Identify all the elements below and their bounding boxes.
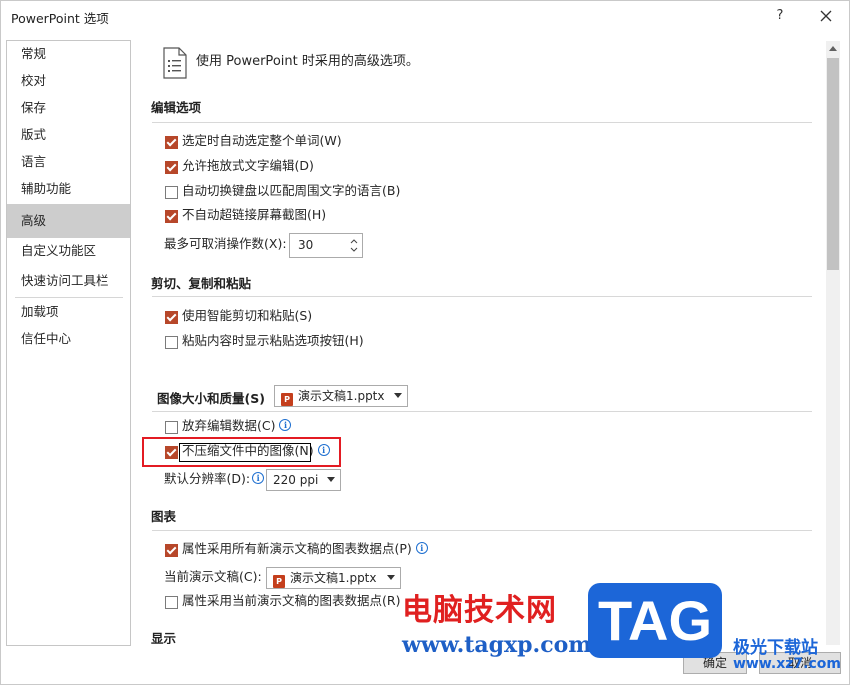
scroll-up-arrow-icon[interactable] [826,41,840,57]
title-bar: PowerPoint 选项 ? [0,0,850,32]
current-presentation-label: 当前演示文稿(C): [164,569,262,584]
image-file-select[interactable]: P 演示文稿1.pptx [274,385,408,407]
sidebar-item-proofing[interactable]: 校对 [7,68,130,94]
page-header: 使用 PowerPoint 时采用的高级选项。 [196,54,419,69]
checkbox-auto-select-word[interactable] [165,136,178,149]
advanced-options-panel: 使用 PowerPoint 时采用的高级选项。 编辑选项 选定时自动选定整个单词… [140,40,822,644]
checkbox-chart-data-current[interactable] [165,596,178,609]
chevron-down-icon [394,393,402,398]
info-icon[interactable]: i [252,472,265,484]
checkbox-drag-drop-editing[interactable] [165,161,178,174]
undo-count-label: 最多可取消操作数(X): [164,236,287,251]
section-divider [152,122,812,123]
image-file-value: 演示文稿1.pptx [298,389,385,403]
spinner-arrows-icon[interactable] [350,237,358,254]
sidebar-item-advanced[interactable]: 高级 [7,204,130,238]
default-resolution-value: 220 ppi [273,473,319,487]
info-icon[interactable]: i [415,542,428,554]
section-divider [152,411,812,412]
help-button[interactable]: ? [766,6,794,26]
section-title-image-quality: 图像大小和质量(S) [157,391,265,406]
option-label: 自动切换键盘以匹配周围文字的语言(B) [182,183,401,198]
checkbox-smart-cut-paste[interactable] [165,311,178,324]
checkbox-auto-keyboard-switch[interactable] [165,186,178,199]
option-label: 允许拖放式文字编辑(D) [182,158,314,173]
document-options-icon [163,47,187,79]
sidebar-item-customize-ribbon[interactable]: 自定义功能区 [7,238,130,264]
section-title-chart: 图表 [151,509,177,524]
sidebar-item-general[interactable]: 常规 [7,41,130,67]
option-chart-data-all-new: 属性采用所有新演示文稿的图表数据点(P) i [182,540,428,558]
chevron-down-icon [327,477,335,482]
option-label: 放弃编辑数据(C) [182,418,276,433]
checkbox-chart-data-all-new[interactable] [165,544,178,557]
current-presentation-value: 演示文稿1.pptx [290,571,377,585]
option-label: 属性采用所有新演示文稿的图表数据点(P) [182,541,412,556]
info-icon[interactable]: i [279,419,292,431]
sidebar-item-addins[interactable]: 加载项 [7,299,130,325]
watermark-url: www.tagxp.com [402,632,592,658]
option-label: 选定时自动选定整个单词(W) [182,133,342,148]
watermark-text-secondary: 极光下载站 [733,638,818,658]
options-sidebar: 常规 校对 保存 版式 语言 辅助功能 高级 自定义功能区 快速访问工具栏 加载… [6,40,131,646]
sidebar-item-layout[interactable]: 版式 [7,122,130,148]
current-presentation-select[interactable]: P 演示文稿1.pptx [266,567,401,589]
checkbox-no-auto-hyperlink-screenshot[interactable] [165,210,178,223]
powerpoint-file-icon: P [281,393,293,406]
sidebar-item-quick-access-toolbar[interactable]: 快速访问工具栏 [7,268,130,294]
close-button[interactable] [812,6,840,26]
option-label: 不自动超链接屏幕截图(H) [182,207,327,222]
sidebar-item-save[interactable]: 保存 [7,95,130,121]
sidebar-item-language[interactable]: 语言 [7,149,130,175]
sidebar-item-accessibility[interactable]: 辅助功能 [7,176,130,202]
default-resolution-label: 默认分辨率(D): [164,471,251,486]
option-label: 使用智能剪切和粘贴(S) [182,308,313,323]
scrollbar-thumb[interactable] [827,58,839,270]
powerpoint-file-icon: P [273,575,285,588]
watermark-tag-logo: TAG [588,583,722,658]
sidebar-divider [15,297,123,298]
option-label: 属性采用当前演示文稿的图表数据点(R) [182,593,401,608]
section-title-editing: 编辑选项 [151,100,202,115]
sidebar-item-trust-center[interactable]: 信任中心 [7,326,130,352]
option-label: 粘贴内容时显示粘贴选项按钮(H) [182,333,364,348]
section-title-display: 显示 [151,631,177,644]
focus-rectangle [179,443,311,462]
section-title-clipboard: 剪切、复制和粘贴 [151,276,252,291]
checkbox-show-paste-options[interactable] [165,336,178,349]
undo-count-spinner[interactable]: 30 [289,233,363,258]
close-icon [820,10,832,22]
watermark-url-secondary: www.xz7.com [733,656,841,672]
undo-count-value: 30 [298,238,314,252]
section-divider [152,530,812,531]
default-resolution: 默认分辨率(D): i [164,470,265,488]
section-divider [152,296,812,297]
default-resolution-select[interactable]: 220 ppi [266,469,341,491]
chevron-down-icon [387,575,395,580]
checkbox-discard-editing-data[interactable] [165,421,178,434]
window-title: PowerPoint 选项 [11,11,109,26]
option-discard-editing-data: 放弃编辑数据(C) i [182,417,292,435]
watermark-text: 电脑技术网 [402,593,557,628]
